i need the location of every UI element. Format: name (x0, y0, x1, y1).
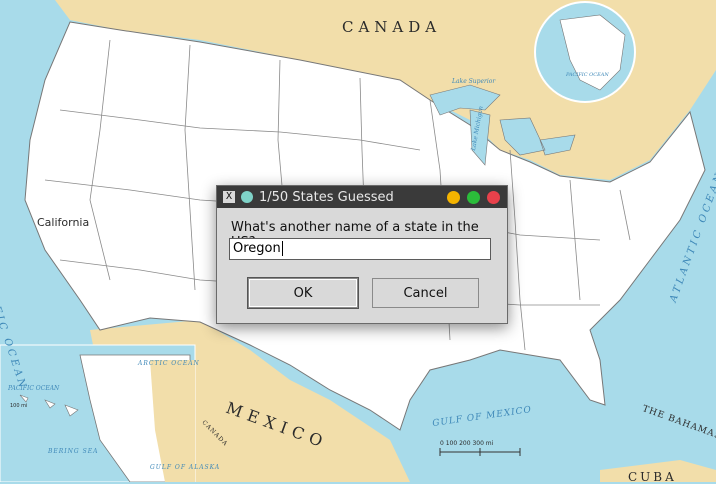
state-name-input[interactable]: Oregon (229, 238, 491, 260)
scale-inset-label: 100 mi (10, 403, 28, 409)
arctic-ocean-label: ARCTIC OCEAN (138, 360, 200, 367)
bering-sea-label: BERING SEA (48, 448, 99, 455)
lake-superior-label: Lake Superior (452, 78, 496, 85)
app-icon (241, 191, 253, 203)
california-label: California (37, 216, 90, 229)
text-caret (281, 241, 283, 256)
close-button[interactable] (487, 190, 500, 204)
canada-label: CANADA (342, 18, 442, 36)
dialog-title: 1/50 States Guessed (259, 189, 394, 205)
input-value: Oregon (233, 241, 281, 256)
gulf-of-alaska-label: GULF OF ALASKA (150, 464, 221, 471)
state-guess-dialog: X 1/50 States Guessed What's another nam… (216, 185, 508, 324)
dialog-titlebar[interactable]: X 1/50 States Guessed (217, 186, 507, 208)
inset-pacific-label: PACIFIC OCEAN (8, 385, 60, 392)
scale-bar (439, 448, 521, 456)
x-window-icon: X (223, 191, 235, 203)
scale-main-label: 0 100 200 300 mi (440, 440, 494, 447)
globe-pacific-label: PACIFIC OCEAN (566, 72, 609, 78)
minimize-button[interactable] (447, 190, 460, 204)
ok-button[interactable]: OK (248, 278, 358, 308)
cancel-button[interactable]: Cancel (372, 278, 479, 308)
maximize-button[interactable] (467, 190, 480, 204)
